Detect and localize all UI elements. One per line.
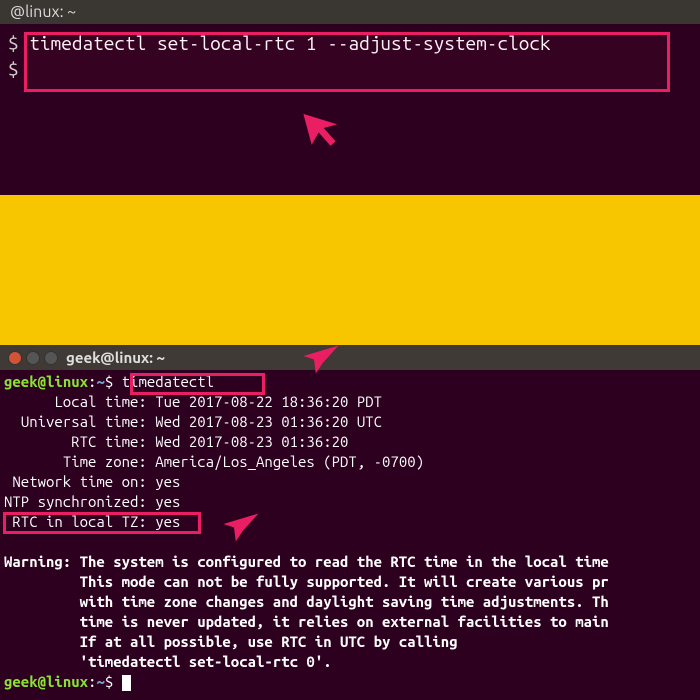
- warning-line1: The system is configured to read the RTC…: [80, 553, 609, 570]
- rtc-highlight-box: [3, 512, 201, 534]
- prompt-path: ~: [96, 373, 104, 390]
- arrow-cursor-icon: [300, 105, 348, 153]
- universal-time-value: Wed 2017-08-23 01:36:20 UTC: [155, 413, 382, 430]
- timezone-value: America/Los_Angeles (PDT, -0700): [155, 453, 424, 470]
- bottom-window-title: geek@linux: ~: [66, 349, 165, 366]
- prompt-host: linux: [46, 673, 88, 690]
- close-icon[interactable]: [8, 351, 22, 365]
- local-time-label: Local time:: [54, 393, 146, 410]
- network-time-value: yes: [155, 473, 180, 490]
- prompt-path: ~: [96, 673, 104, 690]
- divider-gap: [0, 195, 700, 345]
- window-controls: [8, 351, 58, 365]
- prompt-user: geek: [4, 673, 38, 690]
- arrow-icon: [300, 345, 342, 377]
- warning-line5: If at all possible, use RTC in UTC by ca…: [80, 633, 458, 650]
- warning-prefix: Warning:: [4, 553, 71, 570]
- command-highlight-box: [130, 373, 265, 395]
- prompt-user: geek: [4, 373, 38, 390]
- prompt-host: linux: [46, 373, 88, 390]
- cursor-icon: [122, 675, 131, 691]
- prompt-symbol: $: [8, 58, 19, 80]
- arrow-icon: [220, 503, 262, 545]
- top-window-title: @linux: ~: [10, 3, 76, 21]
- network-time-label: Network time on:: [12, 473, 146, 490]
- top-terminal-window: @linux: ~ $ timedatectl set-local-rtc 1 …: [0, 0, 700, 195]
- local-time-value: Tue 2017-08-22 18:36:20 PDT: [155, 393, 382, 410]
- rtc-time-value: Wed 2017-08-23 01:36:20: [155, 433, 348, 450]
- warning-line4: time is never updated, it relies on exte…: [80, 613, 609, 630]
- command-highlight-box: [24, 32, 670, 92]
- universal-time-label: Universal time:: [21, 413, 147, 430]
- prompt-symbol: $: [8, 32, 19, 54]
- ntp-label: NTP synchronized:: [4, 493, 147, 510]
- warning-line6: 'timedatectl set-local-rtc 0'.: [80, 653, 332, 670]
- top-window-titlebar: @linux: ~: [0, 0, 700, 24]
- warning-line2: This mode can not be fully supported. It…: [80, 573, 609, 590]
- maximize-icon[interactable]: [44, 351, 58, 365]
- bottom-window-titlebar: geek@linux: ~: [0, 345, 700, 370]
- rtc-time-label: RTC time:: [71, 433, 147, 450]
- minimize-icon[interactable]: [26, 351, 40, 365]
- warning-line3: with time zone changes and daylight savi…: [80, 593, 609, 610]
- timezone-label: Time zone:: [63, 453, 147, 470]
- ntp-value: yes: [155, 493, 180, 510]
- bottom-terminal-window: geek@linux: ~ geek@linux:~$ timedatectl …: [0, 345, 700, 700]
